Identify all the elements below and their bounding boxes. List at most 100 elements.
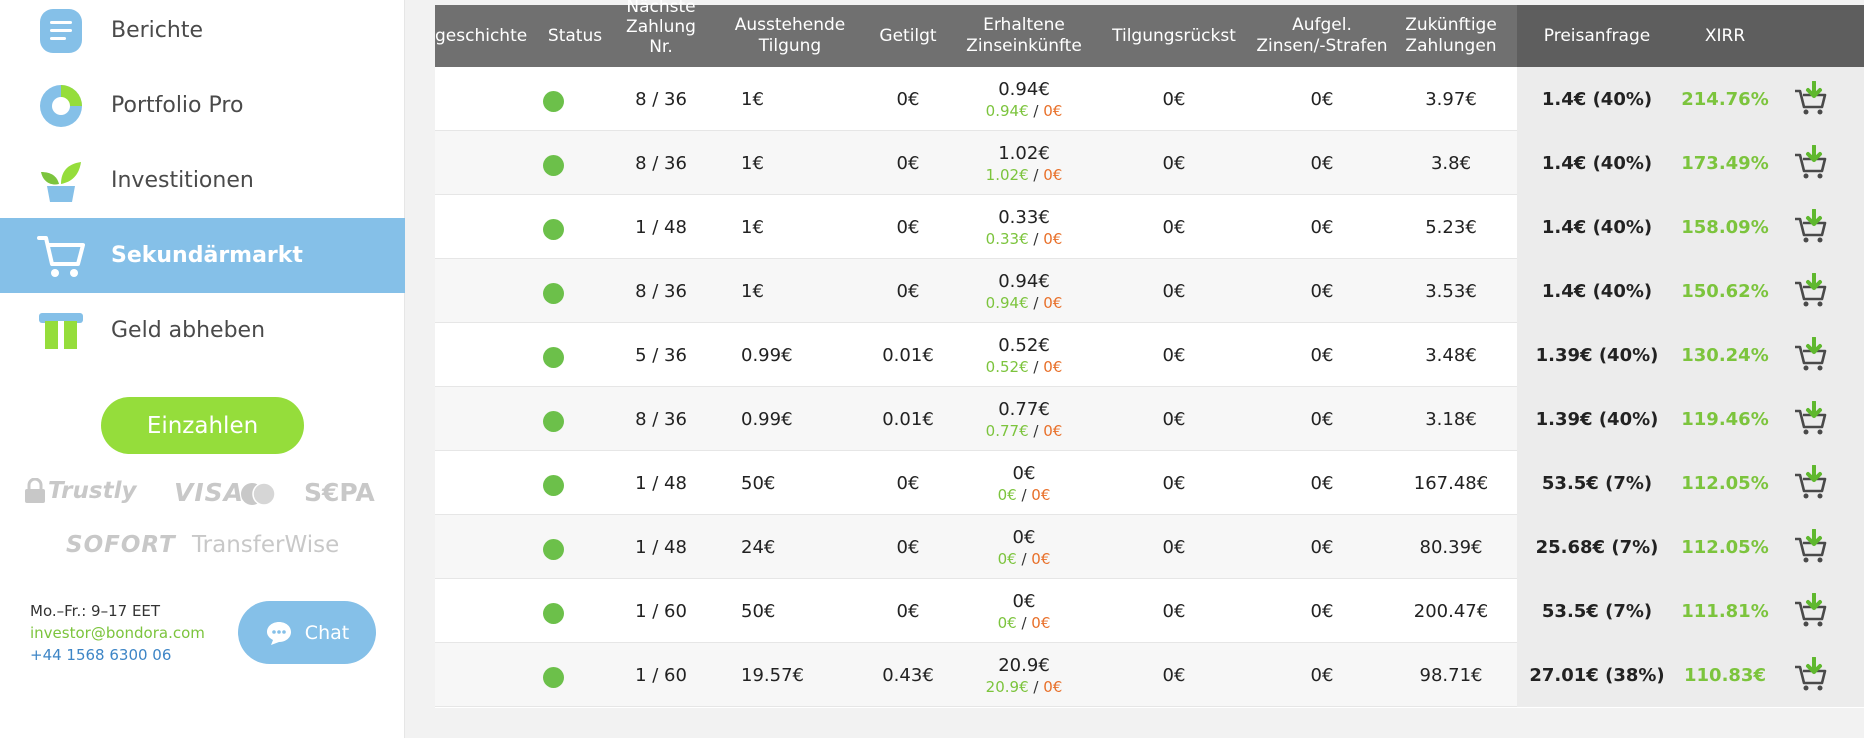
cell-outstanding: 24€ — [741, 536, 776, 558]
cell-accrued-interest: 0€ — [1310, 152, 1334, 174]
column-header-xirr[interactable]: XIRR — [1667, 5, 1783, 67]
table-row[interactable]: 8 / 36 1€ 0€ 1.02€ 1.02€ / 0€ 0€ 0€ 3.8€ 1.4€ (4… — [435, 131, 1864, 195]
column-header-accrued-interest[interactable]: Aufgel. Zinsen/-Strafen — [1249, 5, 1395, 67]
cell-future-payments: 3.8€ — [1430, 152, 1472, 174]
chat-button-label: Chat — [304, 621, 350, 644]
buy-cart-icon[interactable] — [1793, 400, 1827, 437]
status-dot-icon — [543, 283, 564, 304]
cell-interest: 0€ — [1012, 527, 1036, 548]
cell-principal-arrears: 0€ — [1162, 280, 1186, 302]
cell-price: 53.5€ (7%) — [1541, 600, 1653, 622]
cell-future-payments: 98.71€ — [1419, 664, 1483, 686]
cell-price: 1.4€ (40%) — [1541, 88, 1653, 110]
status-dot-icon — [543, 219, 564, 240]
table-row[interactable]: 1 / 60 50€ 0€ 0€ 0€ / 0€ 0€ 0€ 200.47€ 53.5€ (7%… — [435, 579, 1864, 643]
sidebar-item-sekundaermarkt[interactable]: Sekundärmarkt — [0, 218, 405, 293]
buy-cart-icon[interactable] — [1793, 144, 1827, 181]
column-header-principal-arrears[interactable]: Tilgungsrückst — [1099, 5, 1249, 67]
cell-interest-breakdown: 0.33€ / 0€ — [985, 230, 1063, 248]
cell-price: 27.01€ (38%) — [1529, 664, 1665, 686]
cell-xirr: 110.83€ — [1684, 664, 1766, 686]
sidebar-item-geld-abheben[interactable]: Geld abheben — [0, 293, 405, 368]
buy-cart-icon[interactable] — [1793, 592, 1827, 629]
cell-accrued-interest: 0€ — [1310, 664, 1334, 686]
buy-cart-icon[interactable] — [1793, 656, 1827, 693]
visa-logo: VISA — [174, 478, 245, 507]
cell-next-payment: 1 / 48 — [635, 216, 687, 238]
cell-price: 53.5€ (7%) — [1541, 472, 1653, 494]
chat-bubble-icon — [266, 621, 291, 645]
sidebar-item-label: Berichte — [111, 18, 203, 43]
column-header-status[interactable]: Status — [543, 5, 607, 67]
table-row[interactable]: 1 / 60 19.57€ 0.43€ 20.9€ 20.9€ / 0€ 0€ 0€ 98.7… — [435, 643, 1864, 707]
table-row[interactable]: 5 / 36 0.99€ 0.01€ 0.52€ 0.52€ / 0€ 0€ 0€ 3.48€… — [435, 323, 1864, 387]
cell-future-payments: 167.48€ — [1413, 472, 1489, 494]
table-row[interactable]: 8 / 36 0.99€ 0.01€ 0.77€ 0.77€ / 0€ 0€ 0€ 3.18€… — [435, 387, 1864, 451]
sidebar-item-label: Portfolio Pro — [111, 93, 244, 118]
status-dot-icon — [543, 603, 564, 624]
table-row[interactable]: 1 / 48 1€ 0€ 0.33€ 0.33€ / 0€ 0€ 0€ 5.23€ 1.4€ (… — [435, 195, 1864, 259]
column-header-repaid[interactable]: Getilgt — [865, 5, 951, 67]
cell-future-payments: 3.53€ — [1425, 280, 1477, 302]
cell-accrued-interest: 0€ — [1310, 344, 1334, 366]
cell-accrued-interest: 0€ — [1310, 408, 1334, 430]
cell-interest-breakdown: 0.94€ / 0€ — [985, 294, 1063, 312]
buy-cart-icon[interactable] — [1793, 336, 1827, 373]
cell-accrued-interest: 0€ — [1310, 600, 1334, 622]
cart-icon — [36, 231, 86, 281]
column-header-price[interactable]: Preisanfrage — [1527, 5, 1667, 67]
column-header-future-payments[interactable]: Zukünftige Zahlungen — [1395, 5, 1507, 67]
cell-interest: 0€ — [1012, 591, 1036, 612]
table-row[interactable]: 1 / 48 50€ 0€ 0€ 0€ / 0€ 0€ 0€ 167.48€ 53.5€ (7%… — [435, 451, 1864, 515]
cell-next-payment: 8 / 36 — [635, 152, 687, 174]
cell-outstanding: 50€ — [741, 472, 776, 494]
column-header-next-payment[interactable]: Nächste Zahlung Nr. — [613, 0, 709, 59]
pie-chart-icon — [36, 81, 86, 131]
support-phone-link[interactable]: +44 1568 6300 06 — [30, 646, 171, 664]
column-header-history[interactable]: geschichte — [435, 5, 533, 67]
secondary-market-table: geschichte Status Nächste Zahlung Nr. Au… — [435, 0, 1864, 708]
cell-next-payment: 1 / 60 — [635, 600, 687, 622]
cell-next-payment: 8 / 36 — [635, 408, 687, 430]
status-dot-icon — [543, 155, 564, 176]
cell-accrued-interest: 0€ — [1310, 280, 1334, 302]
buy-cart-icon[interactable] — [1793, 528, 1827, 565]
cell-next-payment: 5 / 36 — [635, 344, 687, 366]
cell-interest: 0.94€ — [998, 79, 1050, 100]
sidebar-item-berichte[interactable]: Berichte — [0, 0, 405, 68]
buy-cart-icon[interactable] — [1793, 464, 1827, 501]
sidebar-item-investitionen[interactable]: Investitionen — [0, 143, 405, 218]
cell-outstanding: 0.99€ — [741, 408, 793, 430]
chat-button[interactable]: Chat — [238, 601, 376, 664]
table-row[interactable]: 8 / 36 1€ 0€ 0.94€ 0.94€ / 0€ 0€ 0€ 3.97€ 1.4€ (… — [435, 67, 1864, 131]
buy-cart-icon[interactable] — [1793, 272, 1827, 309]
column-header-interest[interactable]: Erhaltene Zinseinkünfte — [951, 5, 1097, 67]
status-dot-icon — [543, 539, 564, 560]
deposit-button[interactable]: Einzahlen — [101, 397, 304, 454]
table-row[interactable]: 8 / 36 1€ 0€ 0.94€ 0.94€ / 0€ 0€ 0€ 3.53€ 1.4€ (… — [435, 259, 1864, 323]
cell-interest: 1.02€ — [998, 143, 1050, 164]
cell-future-payments: 3.97€ — [1425, 88, 1477, 110]
cell-interest-breakdown: 0€ / 0€ — [997, 614, 1051, 632]
table-row[interactable]: 1 / 48 24€ 0€ 0€ 0€ / 0€ 0€ 0€ 80.39€ 25.68€ (7%… — [435, 515, 1864, 579]
wallet-icon — [36, 306, 86, 356]
sidebar-item-portfolio-pro[interactable]: Portfolio Pro — [0, 68, 405, 143]
buy-cart-icon[interactable] — [1793, 80, 1827, 117]
sidebar-item-label: Geld abheben — [111, 318, 266, 343]
cell-repaid: 0€ — [896, 152, 920, 174]
cell-principal-arrears: 0€ — [1162, 216, 1186, 238]
cell-xirr: 158.09% — [1681, 216, 1769, 238]
mastercard-logo — [241, 482, 276, 506]
table-header: geschichte Status Nächste Zahlung Nr. Au… — [435, 0, 1864, 67]
column-header-outstanding[interactable]: Ausstehende Tilgung — [725, 5, 855, 67]
cell-repaid: 0€ — [896, 280, 920, 302]
buy-cart-icon[interactable] — [1793, 208, 1827, 245]
cell-price: 25.68€ (7%) — [1535, 536, 1659, 558]
support-email-link[interactable]: investor@bondora.com — [30, 624, 205, 642]
cell-price: 1.4€ (40%) — [1541, 152, 1653, 174]
cell-xirr: 112.05% — [1681, 536, 1769, 558]
cell-outstanding: 1€ — [741, 152, 764, 174]
cell-repaid: 0.01€ — [882, 344, 934, 366]
cell-interest-breakdown: 1.02€ / 0€ — [985, 166, 1063, 184]
transferwise-logo: TransferWise — [192, 532, 340, 558]
